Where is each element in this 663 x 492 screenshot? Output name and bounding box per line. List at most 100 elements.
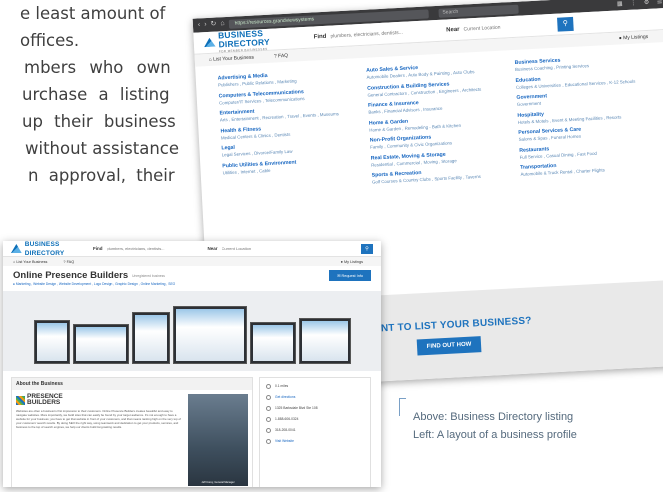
caption-line-1: Above: Business Directory listing [413,411,574,423]
about-content: PRESENCE BUILDERS Websites are often a b… [16,393,184,486]
figure-caption: Above: Business Directory listing Left: … [399,398,663,448]
find-out-how-button[interactable]: FIND OUT HOW [416,336,482,356]
contact-row[interactable]: Visit Website [266,439,364,444]
my-listings-label: My Listings [344,259,363,264]
website-link[interactable]: Visit Website [275,439,294,443]
list-business-label: List Your Business [16,259,48,264]
phone-icon [266,417,271,422]
about-title: About the Business [12,378,252,390]
website-gallery[interactable] [3,291,381,371]
business-categories-text[interactable]: Marketing , Website Design , Website Dev… [16,282,175,286]
profile-screenshot: BUSINESS DIRECTORY Find Near ⚲ ⌂ List Yo… [3,241,381,487]
reload-icon[interactable]: ↻ [210,18,217,32]
gallery-device-mockup [131,312,170,364]
category-item[interactable]: Construction & Building Services General … [367,78,506,98]
find-input[interactable] [330,24,441,42]
category-item[interactable]: Finance & Insurance Banks , Financial Adv… [368,95,507,115]
contact-row[interactable]: 1-888-606-0324 [266,417,364,422]
near-label: Near [207,246,218,251]
category-item[interactable]: Auto Sales & Service Automobile Dealers ,… [366,60,505,80]
search-button[interactable]: ⚲ [361,243,373,254]
category-item[interactable]: Sports & Recreation Golf Courses & Countr… [372,165,511,185]
forward-icon[interactable]: › [204,18,207,32]
contact-text[interactable]: 1-888-606-0324 [275,417,298,421]
category-item[interactable]: Legal Legal Services , Divorce/Family Law [221,138,360,158]
map-pin-icon [266,395,271,400]
about-description: Websites are often a business's first im… [16,409,181,429]
globe-icon [266,439,271,444]
my-listings-link[interactable]: ● My Listings [619,33,659,42]
contact-row[interactable]: 318-208-0041 [266,428,364,433]
about-body: PRESENCE BUILDERS Websites are often a b… [12,390,252,487]
about-card: About the Business PRESENCE BUILDERS Web… [11,377,253,487]
find-label: Find [313,33,327,40]
category-item[interactable]: Government Government [516,88,655,108]
contact-text: 1325 Barksdale Blvd Ste 108 [275,406,318,410]
business-logo: PRESENCE BUILDERS [16,393,184,406]
directions-link[interactable]: Get directions [275,395,295,399]
my-listings-link[interactable]: ● My Listings [341,260,371,264]
category-item[interactable]: Public Utilities & Environment Utilities … [222,156,361,176]
about-section: About the Business PRESENCE BUILDERS Web… [3,371,381,487]
gallery-device-mockup [33,320,70,364]
category-item[interactable]: Personal Services & Care Salons & Spas , … [518,123,657,143]
browser-extension-icons[interactable]: ▦ ⋮ ⚙ ☰ [617,0,663,7]
category-grid: Advertising & Media Publishers , Public R… [195,42,663,194]
list-business-link[interactable]: ⌂ List Your Business [13,260,55,264]
find-label: Find [93,246,103,251]
category-item[interactable]: Real Estate, Moving & Storage Residential… [371,148,510,168]
find-input[interactable] [106,243,202,254]
business-categories: ● Marketing , Website Design , Website D… [13,282,176,286]
category-item[interactable]: Computers & Telecommunications Computer/I… [219,86,358,106]
presence-builders-logo-icon [16,395,25,405]
category-item[interactable]: Transportation Automobile & Truck Rental … [520,158,659,178]
search-icon: ⚲ [562,19,569,27]
logo-mark-icon [204,38,216,48]
gallery-device-mockup [298,318,351,364]
search-button[interactable]: ⚲ [557,16,574,32]
list-business-link[interactable]: ⌂ List Your Business [209,54,265,63]
category-item[interactable]: Health & Fitness Medical Centers & Clinic… [220,121,359,141]
contact-row[interactable]: Get directions [266,395,364,400]
my-listings-label: My Listings [623,33,649,42]
distance-icon [266,384,271,389]
profile-subnav: ⌂ List Your Business ? FAQ ● My Listings [3,257,381,266]
category-item[interactable]: Education Colleges & Universities , Educa… [515,70,654,90]
logo-mark-icon [11,244,22,253]
logo-text: BUSINESS DIRECTORY [24,241,65,257]
category-item[interactable]: Entertainment Arts , Entertainment , Recr… [219,103,358,123]
contact-text: 0.1 miles [275,384,289,388]
near-input[interactable] [463,18,554,35]
category-item[interactable]: Home & Garden Home & Garden , Remodeling … [369,113,508,133]
faq-label: FAQ [277,52,289,60]
gallery-device-mockup [72,324,129,364]
directory-logo[interactable]: BUSINESS DIRECTORY [11,241,93,258]
category-item[interactable]: Advertising & Media Publishers , Public R… [218,68,357,88]
search-icon: ⚲ [365,245,369,252]
business-title-row: Online Presence Builders Unregistered bu… [3,266,381,281]
request-info-button[interactable]: ✉ Request Info [329,270,371,281]
category-item[interactable]: Restaurants Full Service , Casual Dining … [519,140,658,160]
back-icon[interactable]: ‹ [198,18,201,32]
contact-row: 1325 Barksdale Blvd Ste 108 [266,406,364,411]
category-item[interactable]: Hospitality Hotels & Motels , Event & Mee… [517,105,656,125]
near-label: Near [446,26,460,34]
staff-photo: Jeff Corey, General Manager [188,394,248,486]
business-name: Online Presence Builders [13,270,129,281]
category-item[interactable]: Business Services Business Coaching , Pri… [515,53,654,73]
contact-text[interactable]: 318-208-0041 [275,428,296,432]
category-item [223,173,362,193]
contact-card: 0.1 miles Get directions 1325 Barksdale … [259,377,371,487]
profile-site-header: BUSINESS DIRECTORY Find Near ⚲ [3,241,381,257]
faq-link[interactable]: ? FAQ [63,260,82,264]
phone-icon [266,428,271,433]
faq-link[interactable]: ? FAQ [274,52,298,60]
caption-line-2: Left: A layout of a business profile [413,429,577,441]
claim-status[interactable]: Unregistered business [132,274,165,278]
list-business-label: List Your Business [213,54,255,63]
faq-label: FAQ [66,259,75,264]
address-icon [266,406,271,411]
category-item[interactable]: Non-Profit Organizations Family , Communi… [370,130,509,150]
page: e least amount of offices. mbers who own… [0,0,663,492]
near-input[interactable] [221,243,342,254]
